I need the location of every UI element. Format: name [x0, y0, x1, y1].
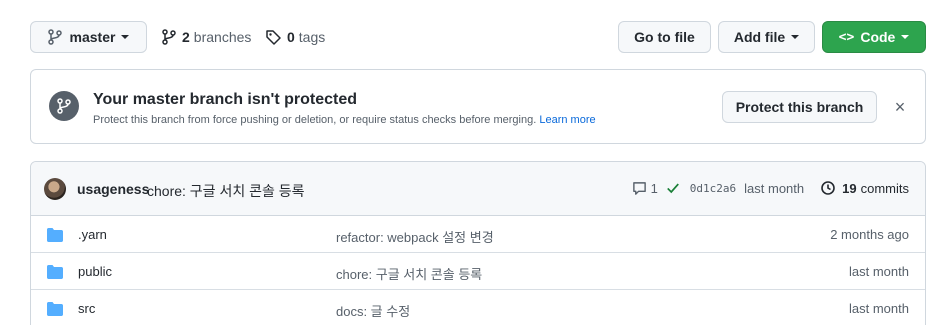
go-to-file-button[interactable]: Go to file	[618, 21, 711, 53]
go-to-file-label: Go to file	[634, 29, 695, 45]
branch-icon	[49, 91, 79, 121]
branches-link[interactable]: 2 branches	[162, 21, 251, 53]
chevron-down-icon	[791, 35, 800, 39]
branches-label: branches	[193, 29, 252, 45]
file-commit-message[interactable]: docs: 글 수정	[336, 301, 410, 320]
file-commit-message[interactable]: refactor: webpack 설정 변경	[336, 227, 494, 246]
file-commit-message[interactable]: chore: 구글 서치 콘솔 등록	[336, 264, 482, 283]
commit-message[interactable]: chore: 구글 서치 콘솔 등록	[147, 181, 305, 201]
protection-title: Your master branch isn't protected	[93, 91, 358, 108]
protection-description-text: Protect this branch from force pushing o…	[93, 114, 537, 126]
protection-description: Protect this branch from force pushing o…	[93, 114, 596, 126]
file-name[interactable]: .yarn	[78, 227, 107, 242]
commits-label: commits	[860, 180, 909, 196]
commit-time: last month	[744, 180, 805, 196]
tag-icon	[266, 30, 281, 45]
code-label: Code	[860, 29, 896, 45]
commit-meta: 1 0d1c2a6 last month 19 commits	[632, 180, 909, 196]
code-button[interactable]: <> Code	[822, 21, 926, 53]
close-icon[interactable]: ×	[889, 96, 911, 118]
branch-icon	[162, 29, 176, 45]
tags-label: tags	[298, 29, 326, 45]
chevron-down-icon	[901, 35, 910, 39]
folder-icon	[47, 265, 63, 279]
tags-link[interactable]: 0 tags	[265, 21, 325, 53]
branch-label: master	[69, 29, 116, 45]
commit-history-link[interactable]: 19 commits	[820, 180, 909, 196]
chevron-down-icon	[121, 35, 130, 39]
branches-count: 2	[182, 29, 190, 45]
table-row[interactable]: .yarn refactor: webpack 설정 변경 2 months a…	[31, 216, 925, 253]
comment-icon	[632, 181, 646, 195]
branch-protection-notice: Your master branch isn't protected Prote…	[30, 69, 926, 144]
comments-link[interactable]: 1	[632, 181, 658, 196]
branch-icon	[47, 29, 62, 45]
add-file-button[interactable]: Add file	[718, 21, 815, 53]
code-icon: <>	[838, 29, 855, 45]
learn-more-link[interactable]: Learn more	[539, 114, 595, 126]
commit-author[interactable]: usageness	[77, 181, 149, 197]
file-commit-time: last month	[849, 301, 909, 316]
folder-icon	[47, 228, 63, 242]
latest-commit-bar: usageness chore: 구글 서치 콘솔 등록 1 0d1c2a6 l…	[31, 162, 925, 216]
commit-sha[interactable]: 0d1c2a6	[690, 182, 736, 195]
tags-count: 0	[287, 29, 295, 45]
branch-select-button[interactable]: master	[30, 21, 147, 53]
add-file-label: Add file	[733, 29, 786, 45]
comment-count: 1	[650, 180, 658, 196]
file-commit-time: 2 months ago	[830, 227, 909, 242]
file-name[interactable]: src	[78, 301, 95, 316]
folder-icon	[47, 302, 63, 316]
file-list: usageness chore: 구글 서치 콘솔 등록 1 0d1c2a6 l…	[30, 161, 926, 325]
file-name[interactable]: public	[78, 264, 112, 279]
history-icon	[821, 181, 835, 195]
table-row[interactable]: src docs: 글 수정 last month	[31, 290, 925, 325]
avatar[interactable]	[44, 178, 66, 200]
protect-branch-button[interactable]: Protect this branch	[722, 91, 877, 123]
file-commit-time: last month	[849, 264, 909, 279]
commits-count: 19	[842, 180, 857, 196]
protect-branch-label: Protect this branch	[735, 99, 864, 115]
check-icon	[666, 183, 679, 194]
table-row[interactable]: public chore: 구글 서치 콘솔 등록 last month	[31, 253, 925, 290]
